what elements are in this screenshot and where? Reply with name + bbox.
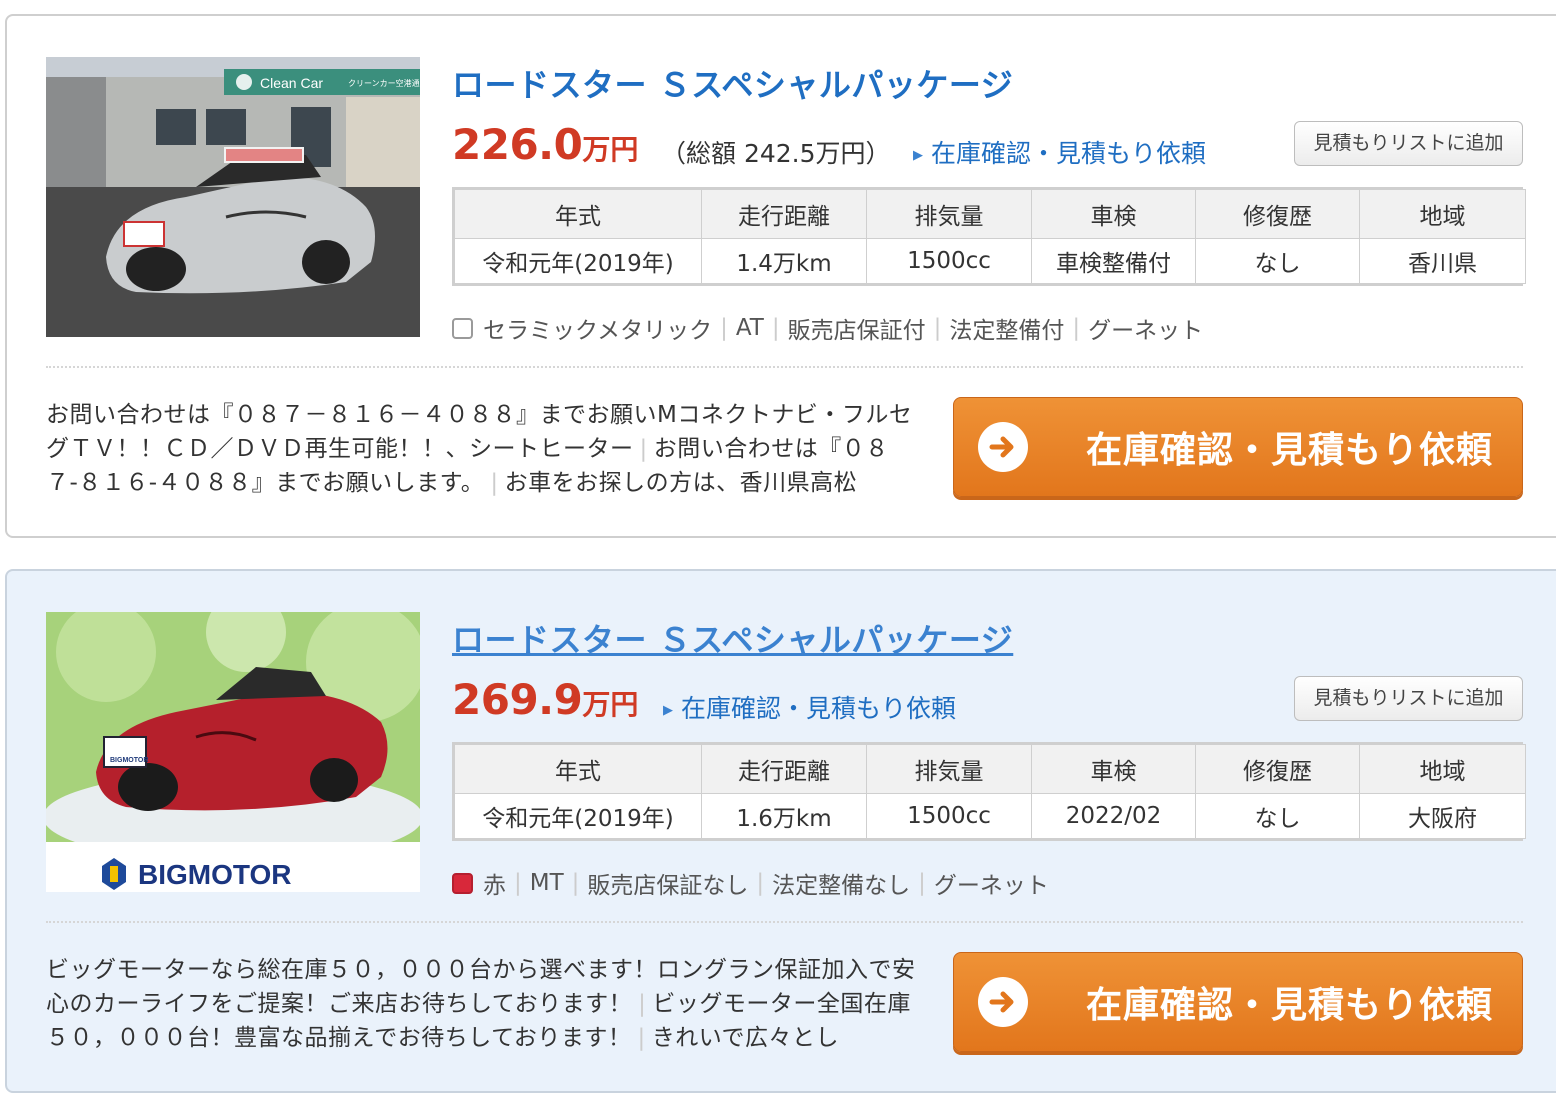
triangle-right-icon: ▶: [913, 147, 923, 163]
spec-header-region: 地域: [1359, 189, 1526, 239]
spec-value-mileage: 1.4万km: [701, 238, 867, 284]
car-photo[interactable]: BIGMOTOR BIGMOTOR: [46, 612, 420, 892]
price: 226.0万円: [452, 120, 638, 169]
tag-maintenance: 法定整備付: [949, 318, 1065, 344]
listing-title[interactable]: ロードスター Ｓスペシャルパッケージ: [452, 615, 1013, 661]
spec-header-inspection: 車検: [1031, 744, 1196, 794]
spec-header-inspection: 車検: [1031, 189, 1196, 239]
inquiry-cta-button[interactable]: 在庫確認・見積もり依頼: [953, 952, 1523, 1052]
car-photo[interactable]: Clean Car クリーンカー空港通り: [46, 57, 420, 337]
spec-header-year: 年式: [454, 189, 702, 239]
spec-header-mileage: 走行距離: [701, 744, 867, 794]
tag-separator: |: [771, 315, 780, 341]
spec-header-repair: 修復歴: [1195, 744, 1360, 794]
tag-source: グーネット: [933, 873, 1049, 899]
spec-value-repair: なし: [1195, 238, 1360, 284]
feature-tags: セラミックメタリック | AT | 販売店保証付 | 法定整備付 | グーネット: [452, 311, 1203, 345]
spec-header-year: 年式: [454, 744, 702, 794]
tag-separator: |: [571, 870, 580, 896]
spec-value-year: 令和元年(2019年): [454, 793, 702, 839]
inquiry-link[interactable]: ▶ 在庫確認・見積もり依頼: [913, 134, 1206, 170]
price-value: 269.9: [452, 675, 583, 724]
comment-part: きれいで広々とし: [651, 1025, 839, 1051]
feature-tags: 赤 | MT | 販売店保証なし | 法定整備なし | グーネット: [452, 866, 1049, 900]
tag-transmission: AT: [735, 315, 764, 341]
comment-separator: |: [490, 470, 499, 496]
spec-table: 年式 走行距離 排気量 車検 修復歴 地域 令和元年(2019年) 1.4万km…: [452, 187, 1526, 286]
arrow-right-circle-icon: [978, 422, 1028, 472]
inquiry-link-label: 在庫確認・見積もり依頼: [931, 139, 1207, 168]
spec-value-repair: なし: [1195, 793, 1360, 839]
spec-header-displacement: 排気量: [866, 744, 1032, 794]
tag-separator: |: [756, 870, 765, 896]
total-price: （総額 242.5万円）: [661, 139, 891, 168]
price: 269.9万円: [452, 675, 638, 724]
comment-separator: |: [639, 436, 648, 462]
comment-separator: |: [638, 991, 647, 1017]
triangle-right-icon: ▶: [663, 702, 673, 718]
spec-table: 年式 走行距離 排気量 車検 修復歴 地域 令和元年(2019年) 1.6万km…: [452, 742, 1526, 841]
tag-separator: |: [720, 315, 728, 341]
tag-separator: |: [1072, 315, 1081, 341]
spec-value-year: 令和元年(2019年): [454, 238, 702, 284]
price-unit: 万円: [582, 688, 639, 721]
photo-plate-text: BIGMOTOR: [110, 757, 148, 764]
spec-value-displacement: 1500cc: [866, 793, 1032, 839]
cta-label: 在庫確認・見積もり依頼: [1086, 430, 1494, 471]
photo-sign-text: Clean Car: [260, 75, 323, 91]
tag-warranty: 販売店保証なし: [587, 873, 749, 899]
color-name: セラミックメタリック: [483, 318, 713, 344]
spec-value-displacement: 1500cc: [866, 238, 1032, 284]
listing-card: BIGMOTOR BIGMOTOR ロードスター Ｓスペシャルパッケージ 269…: [5, 569, 1556, 1093]
add-to-list-button[interactable]: 見積もりリストに追加: [1294, 121, 1523, 166]
add-to-list-button[interactable]: 見積もりリストに追加: [1294, 676, 1523, 721]
price-value: 226.0: [452, 120, 583, 169]
spec-value-inspection: 車検整備付: [1031, 238, 1196, 284]
color-swatch: [452, 872, 473, 894]
spec-header-mileage: 走行距離: [701, 189, 867, 239]
cta-label: 在庫確認・見積もり依頼: [1086, 985, 1494, 1026]
spec-value-region: 香川県: [1359, 238, 1526, 284]
inquiry-cta-button[interactable]: 在庫確認・見積もり依頼: [953, 397, 1523, 497]
spec-value-region: 大阪府: [1359, 793, 1526, 839]
spec-value-mileage: 1.6万km: [701, 793, 867, 839]
price-unit: 万円: [582, 133, 639, 166]
tag-warranty: 販売店保証付: [787, 318, 926, 344]
tag-separator: |: [933, 315, 942, 341]
tag-separator: |: [514, 870, 522, 896]
listing-card: Clean Car クリーンカー空港通り ロードスター Ｓスペシャルパッケージ …: [5, 14, 1556, 538]
comment-part: お車をお探しの方は、香川県高松: [504, 470, 858, 496]
comment-separator: |: [637, 1025, 646, 1051]
spec-header-repair: 修復歴: [1195, 189, 1360, 239]
spec-header-region: 地域: [1359, 744, 1526, 794]
color-swatch: [452, 317, 473, 339]
divider: [46, 366, 1523, 368]
inquiry-link-label: 在庫確認・見積もり依頼: [681, 694, 957, 723]
spec-header-displacement: 排気量: [866, 189, 1032, 239]
photo-sign-sub: クリーンカー空港通り: [348, 78, 420, 88]
photo-logo-text: BIGMOTOR: [138, 859, 291, 890]
tag-maintenance: 法定整備なし: [772, 873, 911, 899]
arrow-right-circle-icon: [978, 977, 1028, 1027]
tag-source: グーネット: [1088, 318, 1204, 344]
inquiry-link[interactable]: ▶ 在庫確認・見積もり依頼: [663, 689, 956, 725]
color-name: 赤: [483, 873, 506, 899]
spec-value-inspection: 2022/02: [1031, 793, 1196, 839]
divider: [46, 921, 1523, 923]
tag-separator: |: [918, 870, 926, 896]
dealer-comment: ビッグモーターなら総在庫５０，０００台から選べます！ロングラン保証加入で安心のカ…: [46, 953, 916, 1055]
listing-title[interactable]: ロードスター Ｓスペシャルパッケージ: [452, 60, 1013, 106]
dealer-comment: お問い合わせは『０８７－８１６－４０８８』までお願いMコネクトナビ・フルセグＴＶ…: [46, 398, 916, 500]
tag-transmission: MT: [529, 870, 564, 896]
